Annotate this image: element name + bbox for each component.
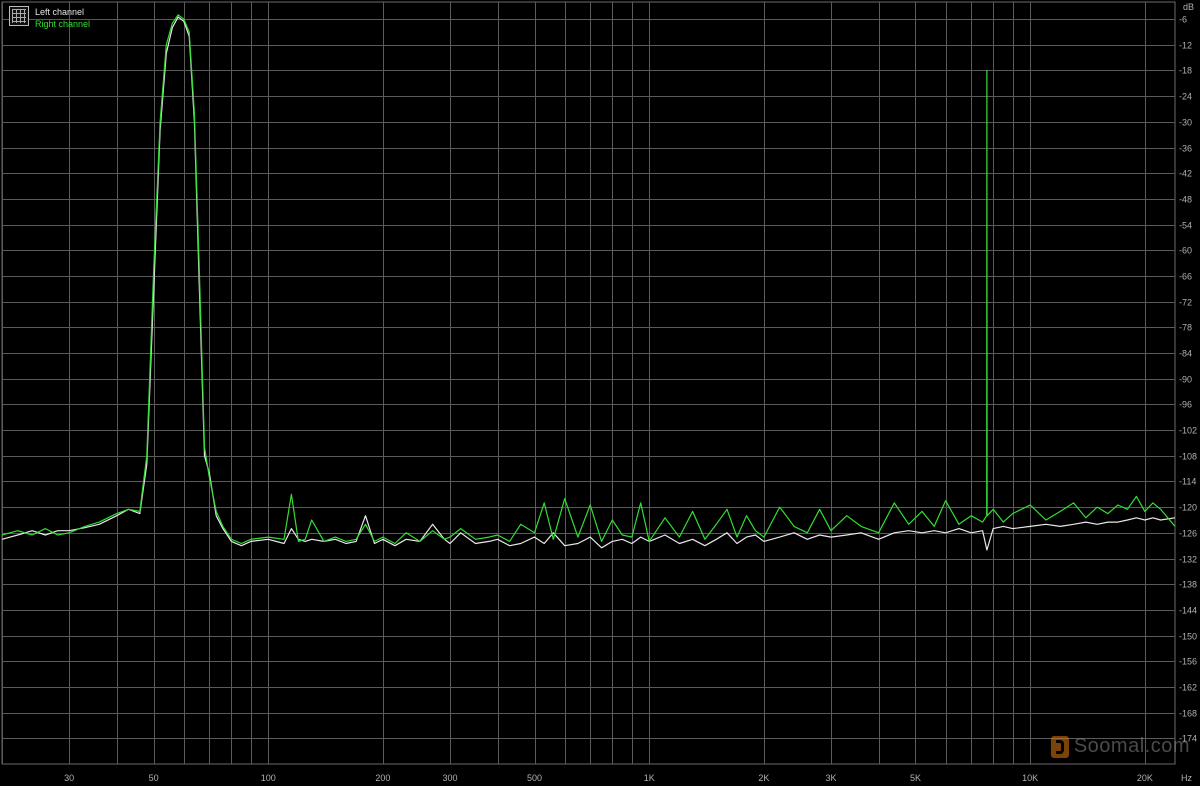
legend-right-channel: Right channel — [35, 19, 91, 29]
y-tick-label: -120 — [1179, 503, 1197, 513]
x-tick-label: 1K — [644, 773, 655, 783]
y-tick-label: -60 — [1179, 246, 1192, 256]
y-tick-label: -132 — [1179, 555, 1197, 565]
legend-left-channel: Left channel — [35, 7, 85, 17]
x-tick-label: 3K — [825, 773, 836, 783]
x-unit-label: Hz — [1181, 773, 1192, 783]
spectrum-plot: -6 -12 -18 -24 -30 -36 -42 -48 -54 -60 -66 -72 -78 -8… — [1, 1, 1197, 783]
y-tick-label: -30 — [1179, 118, 1192, 128]
y-tick-label: -126 — [1179, 529, 1197, 539]
spectrum-chart: -6 -12 -18 -24 -30 -36 -42 -48 -54 -60 -66 -72 -78 -8… — [0, 0, 1200, 786]
watermark: Soomal.com — [1050, 735, 1190, 758]
y-tick-label: -90 — [1179, 375, 1192, 385]
x-tick-label: 30 — [64, 773, 74, 783]
y-tick-label: -156 — [1179, 657, 1197, 667]
plot-frame — [1, 1, 1176, 765]
legend: Left channel Right channel — [9, 6, 90, 30]
y-tick-label: -108 — [1179, 452, 1197, 462]
y-tick-label: -12 — [1179, 41, 1192, 51]
x-tick-label: 200 — [375, 773, 390, 783]
y-tick-label: -72 — [1179, 298, 1192, 308]
y-tick-label: -78 — [1179, 323, 1192, 333]
watermark-text: Soomal.com — [1073, 735, 1190, 757]
x-tick-label: 100 — [261, 773, 276, 783]
y-tick-label: -84 — [1179, 349, 1192, 359]
y-tick-label: -144 — [1179, 606, 1197, 616]
y-tick-label: -6 — [1179, 15, 1187, 25]
y-tick-label: -162 — [1179, 683, 1197, 693]
x-tick-label: 20K — [1137, 773, 1153, 783]
y-tick-label: -102 — [1179, 426, 1197, 436]
y-tick-label: -66 — [1179, 272, 1192, 282]
x-tick-label: 2K — [758, 773, 769, 783]
y-tick-label: -18 — [1179, 66, 1192, 76]
x-tick-label: 500 — [527, 773, 542, 783]
y-tick-label: -24 — [1179, 92, 1192, 102]
y-tick-label: -36 — [1179, 144, 1192, 154]
soomal-logo-icon — [1050, 735, 1069, 758]
y-tick-label: -168 — [1179, 709, 1197, 719]
x-tick-label: 300 — [443, 773, 458, 783]
y-tick-label: -150 — [1179, 632, 1197, 642]
x-tick-label: 5K — [910, 773, 921, 783]
y-tick-label: -114 — [1179, 477, 1196, 487]
x-tick-label: 50 — [149, 773, 159, 783]
y-tick-label: -96 — [1179, 400, 1192, 410]
y-unit-label: dB — [1183, 2, 1194, 12]
y-tick-label: -138 — [1179, 580, 1197, 590]
grid-icon[interactable] — [9, 6, 29, 26]
y-tick-label: -48 — [1179, 195, 1192, 205]
x-tick-label: 10K — [1022, 773, 1038, 783]
y-tick-label: -42 — [1179, 169, 1192, 179]
y-tick-label: -54 — [1179, 221, 1192, 231]
